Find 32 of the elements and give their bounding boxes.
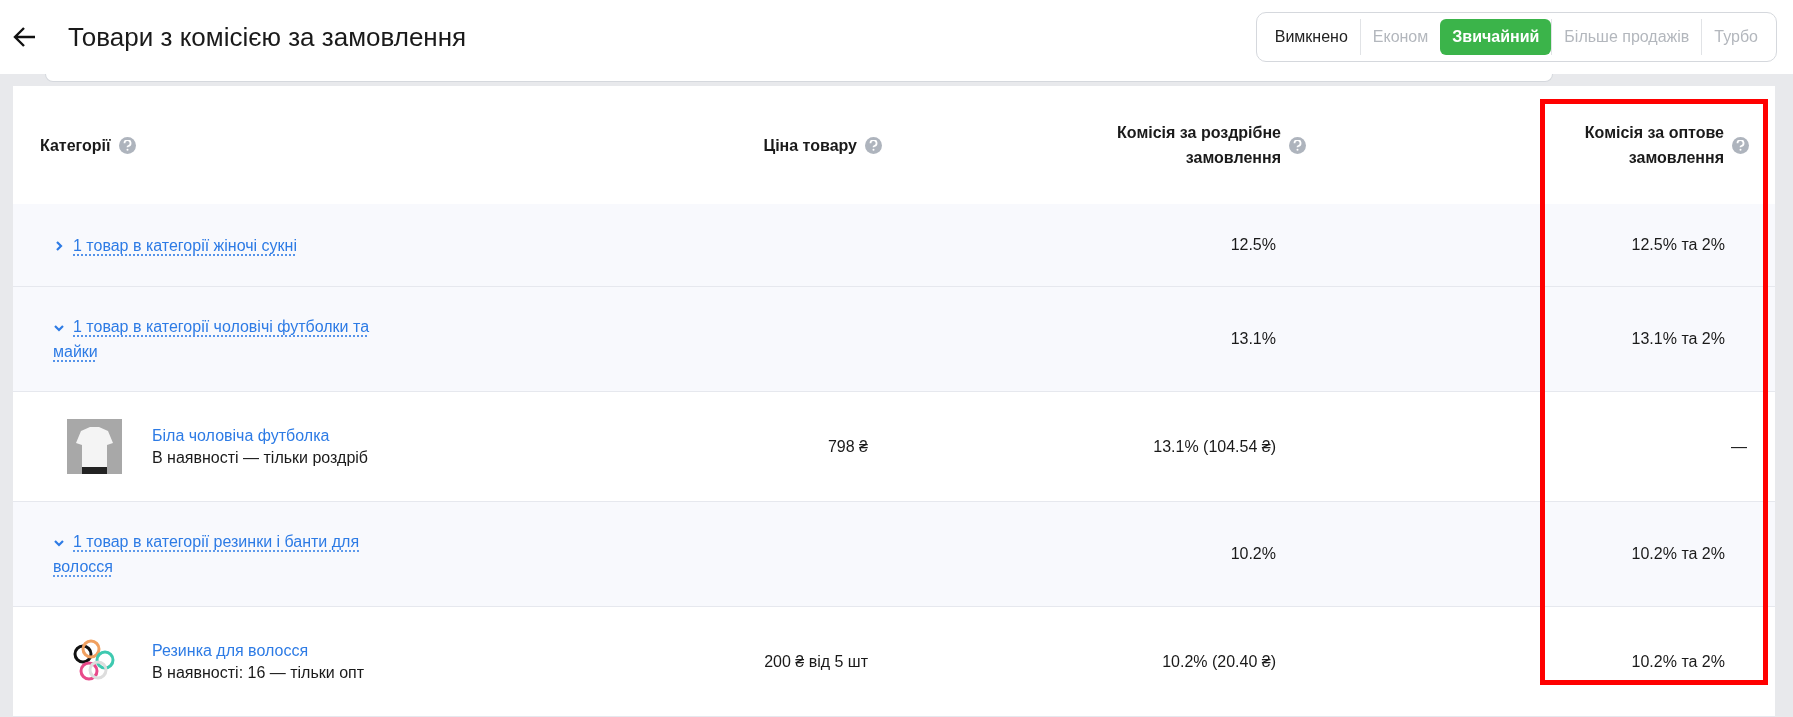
price-text: 798 ₴ (827, 437, 868, 456)
wholesale-commission: 12.5% та 2% (1631, 236, 1725, 254)
mode-option[interactable]: Вимкнено (1262, 19, 1360, 55)
product-link[interactable]: Резинка для волосся (152, 641, 365, 660)
column-header: Категорії (40, 135, 111, 156)
retail-commission: 13.1% (1230, 330, 1276, 348)
retail-commission: 10.2% (20.40 ₴) (1162, 652, 1276, 671)
stock-status: В наявності — тільки роздріб (152, 448, 368, 467)
chevron-icon (53, 240, 65, 253)
retail-commission: 12.5% (1230, 236, 1276, 254)
column-header: Комісія за роздрібне замовлення (1116, 123, 1281, 168)
retail-commission: 10.2% (1230, 545, 1276, 563)
stock-status: В наявності: 16 — тільки опт (152, 663, 365, 682)
product-link[interactable]: Біла чоловіча футболка (152, 426, 368, 445)
column-header: Ціна товару (763, 135, 857, 156)
tshirt-photo (67, 419, 122, 474)
wholesale-commission: — (1731, 437, 1747, 456)
wholesale-commission: 13.1% та 2% (1631, 330, 1725, 348)
category-link[interactable]: 1 товар в категорії чоловічі футболки та майки (53, 314, 383, 364)
page-title: Товари з комісією за замовлення (68, 21, 468, 53)
wholesale-commission: 10.2% та 2% (1631, 652, 1725, 671)
mode-option[interactable]: Звичайний (1440, 19, 1552, 55)
help-icon[interactable] (1289, 136, 1306, 154)
help-icon[interactable] (865, 136, 882, 154)
category-link[interactable]: 1 товар в категорії резинки і банти для волосся (53, 529, 383, 579)
help-icon[interactable] (118, 136, 136, 154)
column-header: Комісія за оптове замовлення (1583, 123, 1724, 168)
retail-commission: 13.1% (104.54 ₴) (1153, 437, 1276, 456)
wholesale-commission: 10.2% та 2% (1631, 545, 1725, 563)
price-text: 200 ₴ від 5 шт (764, 652, 868, 671)
help-icon[interactable] (1732, 136, 1749, 154)
category-link[interactable]: 1 товар в категорії жіночі сукні (53, 232, 297, 258)
